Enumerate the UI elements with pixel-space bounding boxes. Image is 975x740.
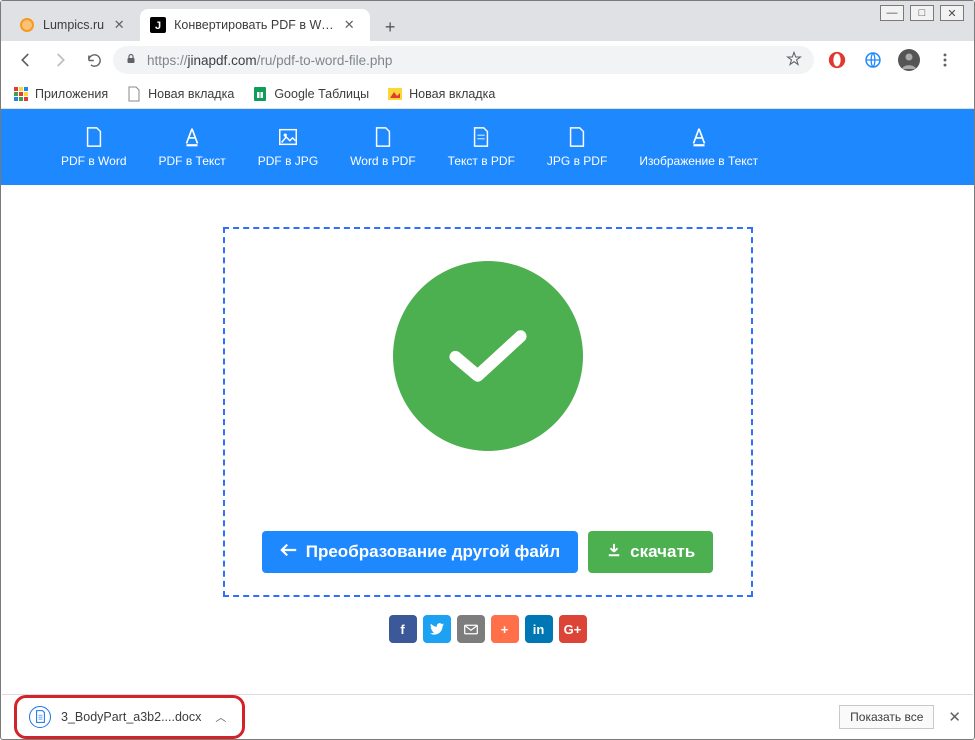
lock-icon [125,52,137,68]
tool-word-to-pdf[interactable]: Word в PDF [350,126,416,168]
social-share-row: f + in G+ [1,615,974,643]
tab-jinapdf[interactable]: J Конвертировать PDF в Word - P ✕ [140,9,370,41]
dropzone[interactable]: Преобразование другой файл скачать [223,227,753,597]
share-linkedin-icon[interactable]: in [525,615,553,643]
svg-text:J: J [155,20,161,32]
star-icon[interactable] [786,51,802,70]
bookmark-apps[interactable]: Приложения [13,86,108,102]
download-shelf: 3_BodyPart_a3b2....docx ︿ Показать все ✕ [2,694,973,738]
show-all-downloads-button[interactable]: Показать все [839,705,934,729]
bookmark-sheets[interactable]: Google Таблицы [252,86,369,102]
download-filename: 3_BodyPart_a3b2....docx [61,710,201,724]
arrow-left-icon [280,542,298,562]
action-buttons: Преобразование другой файл скачать [262,531,714,573]
maximize-button[interactable]: □ [910,5,934,21]
share-googleplus-icon[interactable]: G+ [559,615,587,643]
download-icon [606,542,622,562]
bookmark-newtab-1[interactable]: Новая вкладка [126,86,234,102]
bookmarks-bar: Приложения Новая вкладка Google Таблицы … [1,79,974,109]
tool-label: JPG в PDF [547,154,607,168]
bookmark-label: Google Таблицы [274,87,369,101]
extension-icons [818,49,964,71]
jinapdf-favicon: J [150,17,166,33]
globe-extension-icon[interactable] [862,49,884,71]
tab-title: Конвертировать PDF в Word - P [174,18,334,32]
opera-extension-icon[interactable] [826,49,848,71]
chevron-up-icon[interactable]: ︿ [215,709,226,725]
avatar-icon[interactable] [898,49,920,71]
tab-lumpics[interactable]: Lumpics.ru ✕ [9,9,140,41]
minimize-button[interactable]: — [880,5,904,21]
url-text: https://jinapdf.com/ru/pdf-to-word-file.… [147,53,776,68]
close-shelf-icon[interactable]: ✕ [948,708,961,726]
bookmark-newtab-2[interactable]: Новая вкладка [387,86,495,102]
forward-button[interactable] [45,45,75,75]
tool-label: Текст в PDF [448,154,515,168]
tool-label: Word в PDF [350,154,416,168]
button-label: скачать [630,542,695,562]
tab-title: Lumpics.ru [43,18,104,32]
menu-icon[interactable] [934,49,956,71]
back-button[interactable] [11,45,41,75]
window-controls: — □ ✕ [880,5,964,21]
download-item[interactable]: 3_BodyPart_a3b2....docx ︿ [19,700,236,734]
conversion-toolbar: PDF в Word PDF в Текст PDF в JPG Word в … [1,109,974,185]
share-email-icon[interactable] [457,615,485,643]
close-tab-icon[interactable]: ✕ [112,18,126,32]
button-label: Преобразование другой файл [306,542,560,562]
download-button[interactable]: скачать [588,531,713,573]
tab-strip: Lumpics.ru ✕ J Конвертировать PDF в Word… [1,1,974,41]
bookmark-label: Новая вкладка [409,87,495,101]
convert-another-button[interactable]: Преобразование другой файл [262,531,578,573]
share-addthis-icon[interactable]: + [491,615,519,643]
tool-label: Изображение в Текст [639,154,758,168]
bookmark-label: Новая вкладка [148,87,234,101]
tool-jpg-to-pdf[interactable]: JPG в PDF [547,126,607,168]
tool-pdf-to-word[interactable]: PDF в Word [61,126,127,168]
tool-pdf-to-jpg[interactable]: PDF в JPG [258,126,318,168]
close-tab-icon[interactable]: ✕ [342,18,356,32]
tool-text-to-pdf[interactable]: Текст в PDF [448,126,515,168]
tool-image-to-text[interactable]: Изображение в Текст [639,126,758,168]
tool-label: PDF в Word [61,154,127,168]
share-facebook-icon[interactable]: f [389,615,417,643]
tool-pdf-to-text[interactable]: PDF в Текст [159,126,226,168]
tool-label: PDF в JPG [258,154,318,168]
shelf-right-controls: Показать все ✕ [839,705,961,729]
window-frame: — □ ✕ Lumpics.ru ✕ J Конвертировать PDF … [0,0,975,740]
lumpics-favicon [19,17,35,33]
close-window-button[interactable]: ✕ [940,5,964,21]
address-bar[interactable]: https://jinapdf.com/ru/pdf-to-word-file.… [113,46,814,74]
new-tab-button[interactable]: + [376,13,404,41]
reload-button[interactable] [79,45,109,75]
share-twitter-icon[interactable] [423,615,451,643]
highlight-box: 3_BodyPart_a3b2....docx ︿ [14,695,245,739]
document-icon [29,706,51,728]
success-checkmark-icon [393,261,583,451]
tool-label: PDF в Текст [159,154,226,168]
page-content: PDF в Word PDF в Текст PDF в JPG Word в … [1,109,974,697]
address-bar-row: https://jinapdf.com/ru/pdf-to-word-file.… [1,41,974,79]
bookmark-label: Приложения [35,87,108,101]
